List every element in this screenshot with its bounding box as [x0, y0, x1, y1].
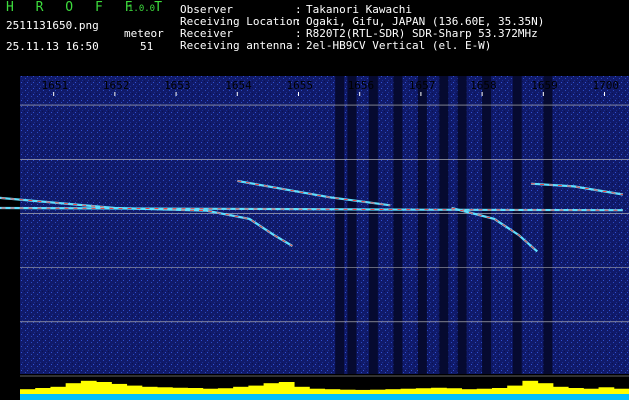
intensity-bar: [294, 386, 310, 394]
intensity-bar: [233, 386, 249, 394]
y-tick-label: 0.7: [1, 316, 21, 329]
intensity-bar: [157, 387, 173, 394]
intensity-bar: [20, 389, 36, 394]
intensity-bar: [96, 382, 112, 394]
x-tick-label: 1652: [103, 79, 130, 92]
x-tick-label: 1656: [348, 79, 375, 92]
y-tick-label: 1.1: [1, 99, 21, 112]
dark-band: [457, 76, 467, 374]
intensity-bar: [111, 383, 128, 394]
intensity-bar: [491, 388, 508, 394]
intensity-bar: [324, 389, 341, 394]
intensity-bar: [431, 387, 447, 394]
dark-band: [417, 76, 427, 374]
intensity-bar: [461, 389, 478, 394]
spectrogram-chart: 1.1 1.0 0.9 0.8 0.7 0.6 1651 1652 1653 1654 1655 1…: [0, 76, 629, 400]
x-tick-label: 1651: [42, 79, 69, 92]
intensity-bar: [126, 385, 143, 394]
intensity-bar: [339, 389, 356, 394]
intensity-bar: [278, 382, 295, 394]
intensity-bar: [598, 387, 615, 394]
bottom-activity-bar: [20, 394, 629, 400]
meteor-count: 51: [140, 40, 154, 53]
dark-band: [543, 76, 553, 374]
intensity-bar: [80, 380, 97, 394]
app-version: 1.0.0: [128, 4, 156, 14]
x-tick-label: 1655: [286, 79, 313, 92]
intensity-bar: [613, 388, 629, 394]
intensity-bar: [217, 388, 234, 394]
x-tick-label: 1657: [409, 79, 436, 92]
intensity-bar: [35, 388, 51, 394]
y-axis-unit-label: kHz: [1, 76, 21, 85]
dark-band: [482, 76, 492, 374]
intensity-bar: [263, 383, 280, 394]
x-tick-label: 1658: [470, 79, 497, 92]
intensity-bar: [568, 388, 584, 394]
header-panel: H R O F F T 1.0.0 2511131650.png 25.11.1…: [0, 0, 629, 76]
intensity-bar: [400, 388, 417, 394]
x-tick-label: 1654: [225, 79, 252, 92]
intensity-bar: [507, 385, 523, 394]
info-key-antenna: Receiving antenna: [180, 39, 293, 52]
spectrogram-background: [20, 76, 629, 374]
intensity-bar: [172, 387, 188, 394]
intensity-bar: [522, 380, 539, 394]
intensity-bar: [50, 386, 67, 394]
dark-band: [368, 76, 378, 374]
meteor-label: meteor: [124, 27, 164, 40]
file-name: 2511131650.png: [6, 19, 99, 32]
y-tick-label: 0.8: [1, 262, 21, 275]
date-time: 25.11.13 16:50: [6, 40, 99, 53]
x-tick-label: 1659: [531, 79, 558, 92]
y-tick-label: 0.9: [1, 207, 21, 220]
dark-band: [393, 76, 403, 374]
dark-band: [347, 76, 357, 374]
dark-band: [335, 76, 345, 374]
y-tick-label: 1.0: [1, 153, 21, 166]
intensity-bar: [583, 388, 600, 394]
intensity-bar: [415, 388, 432, 394]
intensity-bar: [354, 389, 371, 394]
info-value-antenna: 2el-HB9CV Vertical (el. E-W): [306, 39, 492, 52]
intensity-bar: [309, 388, 325, 394]
intensity-bar: [537, 383, 554, 394]
intensity-bar: [65, 383, 82, 394]
intensity-bar: [370, 389, 386, 394]
y-tick-label: 0.6: [1, 370, 21, 383]
intensity-bar: [446, 388, 463, 394]
x-tick-label: 1700: [593, 79, 620, 92]
intensity-bar: [202, 388, 219, 394]
dark-band: [512, 76, 522, 374]
intensity-bar: [385, 389, 402, 394]
intensity-bar: [552, 386, 569, 394]
intensity-bar: [476, 388, 493, 394]
intensity-bar: [141, 386, 158, 394]
x-tick-label: 1653: [164, 79, 191, 92]
dark-band: [439, 76, 449, 374]
info-sep-antenna: :: [295, 39, 302, 52]
intensity-bar: [187, 388, 204, 394]
intensity-bar: [248, 385, 265, 394]
